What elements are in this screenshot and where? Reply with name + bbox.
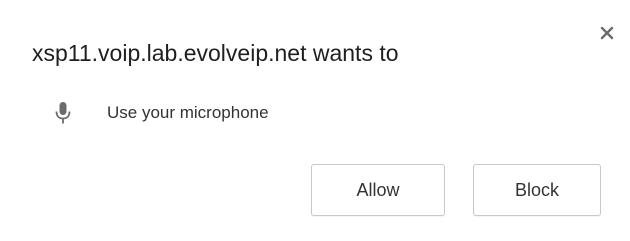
permission-label: Use your microphone xyxy=(107,103,269,122)
permission-dialog: xsp11.voip.lab.evolveip.net wants to Use… xyxy=(0,0,630,241)
dialog-title: xsp11.voip.lab.evolveip.net wants to xyxy=(32,40,399,66)
allow-button[interactable]: Allow xyxy=(311,164,445,216)
permission-row: Use your microphone xyxy=(55,100,269,126)
microphone-icon xyxy=(55,101,71,125)
close-icon[interactable] xyxy=(596,22,618,44)
block-button[interactable]: Block xyxy=(473,164,601,216)
